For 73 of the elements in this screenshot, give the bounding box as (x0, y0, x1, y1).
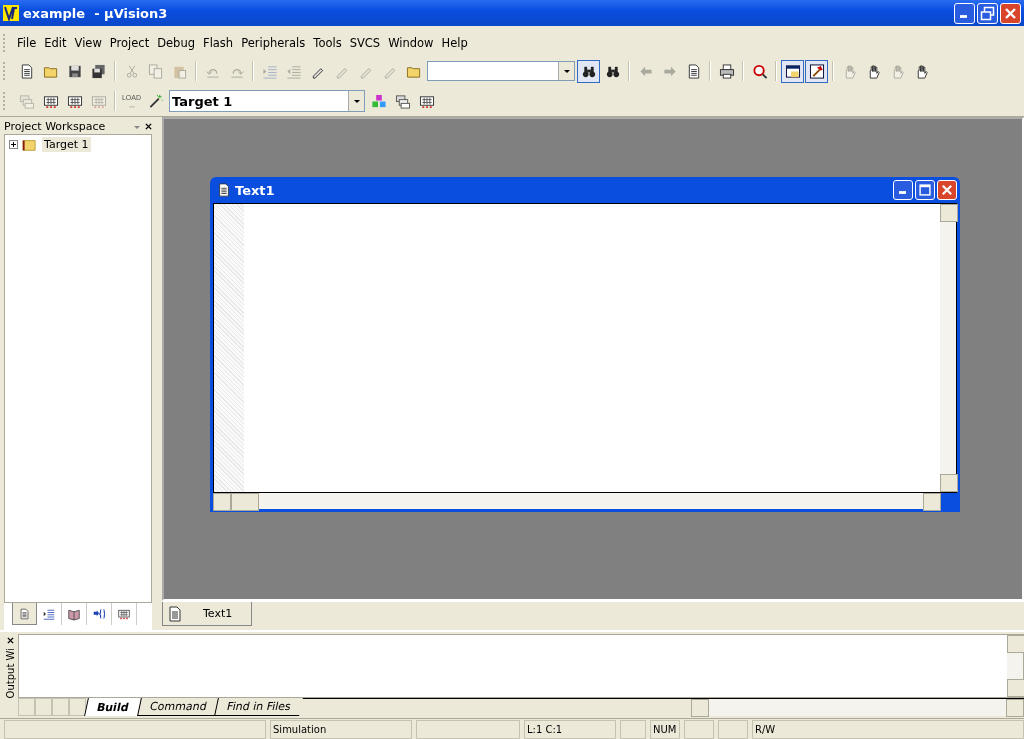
page-icon (167, 605, 183, 622)
restore-icon (980, 5, 995, 21)
menu-item[interactable]: Help (438, 36, 473, 50)
vertical-scrollbar[interactable] (1007, 635, 1023, 697)
grid-icon (90, 93, 107, 109)
stack-icon (18, 93, 35, 109)
menu-item[interactable]: SVCS (346, 36, 386, 50)
wand-icon (147, 93, 164, 109)
hammer-icon (808, 63, 825, 79)
window-icon (784, 63, 801, 79)
minimize-button[interactable] (954, 2, 975, 24)
window-title: example - µVision3 (23, 5, 169, 21)
horizontal-scrollbar[interactable] (213, 493, 941, 509)
close-button[interactable] (937, 180, 957, 200)
book-icon (68, 606, 80, 622)
folder-icon (21, 137, 37, 152)
close-icon (940, 183, 954, 197)
close-icon[interactable] (145, 123, 152, 130)
close-button[interactable] (1000, 2, 1021, 24)
minimize-icon (960, 14, 967, 18)
output-tab[interactable]: Build (84, 698, 141, 716)
app-logo-icon (3, 5, 19, 21)
status-text: Simulation (270, 720, 412, 739)
document-title: Text1 (235, 182, 276, 198)
menu-item[interactable]: Flash (200, 36, 239, 50)
indent-icon (261, 63, 278, 79)
tree-item[interactable]: Target 1 (42, 137, 91, 152)
horizontal-scrollbar[interactable] (690, 698, 1024, 716)
floppies-icon (90, 63, 107, 79)
status-pane (684, 720, 714, 739)
status-pane (718, 720, 748, 739)
document-tab[interactable]: Text1 (162, 602, 252, 626)
toolbar-button[interactable] (781, 59, 804, 83)
toolbar-button[interactable] (577, 59, 600, 83)
floppy-icon (66, 63, 83, 79)
status-pane (620, 720, 646, 739)
menu-item[interactable]: File (14, 36, 42, 50)
minimize-button[interactable] (893, 180, 913, 200)
panel-title: Output Wi (4, 648, 16, 699)
output-tab[interactable]: Find in Files (214, 698, 303, 716)
toolbar-button[interactable] (805, 59, 828, 83)
status-text: R/W (752, 720, 1024, 739)
status-text: NUM (650, 720, 680, 739)
pages-icon (147, 63, 164, 79)
outdent-icon (285, 63, 302, 79)
status-text: L:1 C:1 (524, 720, 616, 739)
tab-scroll-button[interactable] (69, 698, 86, 716)
vertical-scrollbar[interactable] (940, 204, 956, 492)
menu-item[interactable]: Project (106, 36, 155, 50)
magnifier-icon (751, 63, 768, 79)
menu-item[interactable]: Tools (310, 36, 347, 50)
menu-item[interactable]: Window (385, 36, 439, 50)
menu-item[interactable]: Edit (41, 36, 72, 50)
grid-icon (418, 93, 435, 109)
grid-icon (42, 93, 59, 109)
maximize-button[interactable] (915, 180, 935, 200)
minimize-icon (899, 191, 906, 194)
panel-title: Project Workspace (4, 120, 107, 133)
grid-icon (66, 93, 83, 109)
restore-button[interactable] (977, 2, 998, 24)
page-icon (217, 183, 231, 197)
printer-icon (718, 63, 735, 79)
close-icon (1003, 5, 1018, 21)
stack-icon (394, 93, 411, 109)
menu-item[interactable]: Debug (154, 36, 200, 50)
braces-icon (93, 606, 105, 622)
menu-item[interactable]: View (71, 36, 107, 50)
expander-icon[interactable] (9, 140, 18, 149)
target-combo[interactable]: Target 1 (169, 90, 365, 112)
maximize-icon (918, 183, 932, 197)
close-icon[interactable] (6, 637, 14, 644)
blocks-icon (370, 93, 387, 109)
menu-item[interactable]: Peripherals (238, 36, 311, 50)
